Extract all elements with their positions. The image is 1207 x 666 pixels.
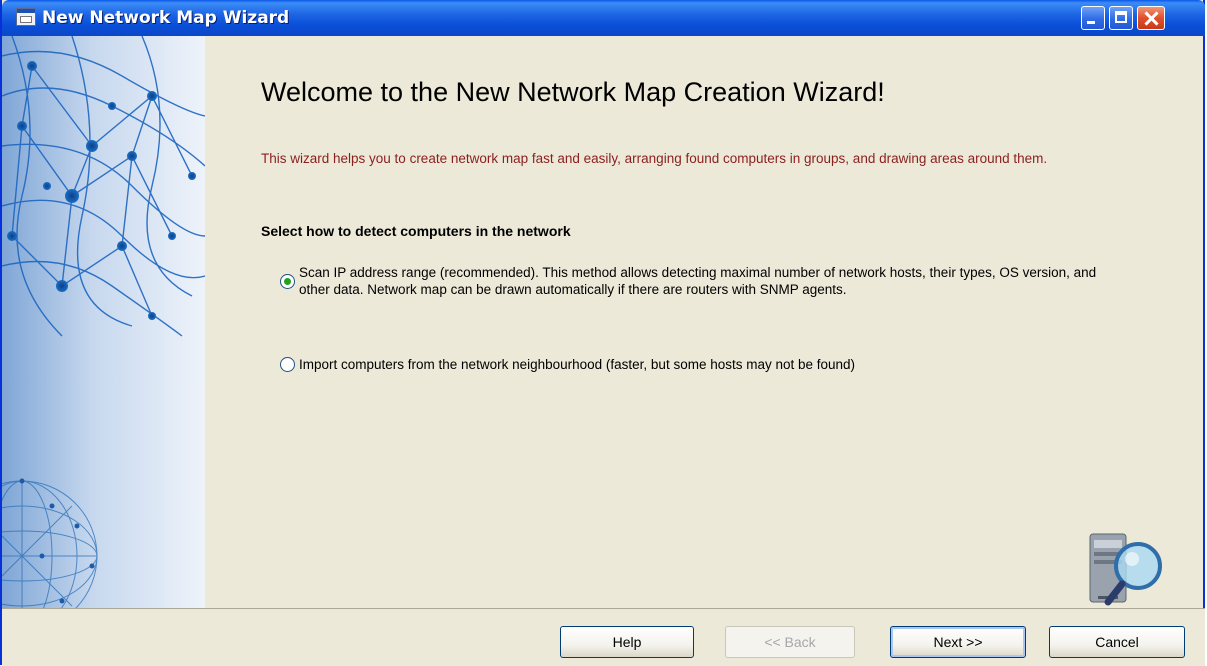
option-scan-ip-range[interactable]: Scan IP address range (recommended). Thi… — [280, 264, 1100, 298]
close-icon[interactable] — [1137, 6, 1165, 30]
option-import-neighbourhood[interactable]: Import computers from the network neighb… — [280, 356, 1100, 373]
radio-scan-ip-range[interactable] — [280, 273, 295, 289]
intro-text: This wizard helps you to create network … — [261, 151, 1048, 166]
page-title: Welcome to the New Network Map Creation … — [261, 77, 885, 107]
radio-import-neighbourhood[interactable] — [280, 357, 295, 372]
cancel-button[interactable]: Cancel — [1049, 626, 1185, 658]
computer-search-icon — [1089, 533, 1162, 606]
option-label: Scan IP address range (recommended). Thi… — [299, 265, 1097, 297]
back-button[interactable]: << Back — [725, 626, 855, 658]
section-title: Select how to detect computers in the ne… — [261, 223, 571, 239]
maximize-icon[interactable] — [1109, 6, 1133, 30]
network-globe-illustration — [2, 36, 205, 608]
wizard-content: Welcome to the New Network Map Creation … — [205, 36, 1205, 608]
next-button[interactable]: Next >> — [890, 626, 1026, 658]
wizard-window: New Network Map Wizard Welcome to the Ne… — [0, 0, 1205, 666]
window-title: New Network Map Wizard — [42, 8, 290, 28]
help-button[interactable]: Help — [560, 626, 694, 658]
option-label: Import computers from the network neighb… — [299, 357, 856, 372]
minimize-icon[interactable] — [1081, 6, 1105, 30]
wizard-side-banner — [2, 36, 205, 608]
title-bar[interactable]: New Network Map Wizard — [2, 0, 1205, 36]
button-bar: Help << Back Next >> Cancel — [2, 608, 1205, 666]
window-app-icon — [16, 8, 36, 26]
